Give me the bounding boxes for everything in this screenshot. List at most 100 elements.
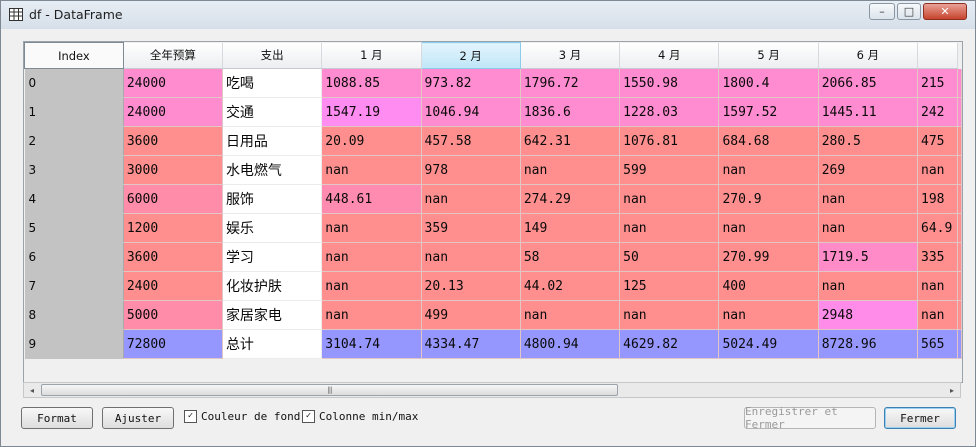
category-cell[interactable]: 服饰: [222, 184, 323, 214]
horizontal-scrollbar[interactable]: ◂ ||| ▸: [23, 382, 961, 398]
value-cell[interactable]: 1445.11: [818, 97, 919, 127]
value-cell[interactable]: 1719.5: [818, 242, 919, 272]
row-index-cell[interactable]: 1: [24, 97, 124, 127]
couleur-de-fond-checkbox[interactable]: ✓ Couleur de fond: [184, 410, 300, 423]
value-cell[interactable]: nan: [917, 155, 958, 185]
value-cell[interactable]: nan: [619, 213, 720, 243]
value-cell[interactable]: 24000: [123, 68, 223, 98]
value-cell[interactable]: 242: [917, 97, 958, 127]
value-cell[interactable]: 335: [917, 242, 958, 272]
value-cell[interactable]: nan: [718, 213, 819, 243]
value-cell[interactable]: 269: [818, 155, 919, 185]
value-cell[interactable]: 125: [619, 271, 720, 301]
row-index-cell[interactable]: 3: [24, 155, 124, 185]
value-cell[interactable]: nan: [321, 213, 422, 243]
value-cell[interactable]: nan: [421, 184, 521, 214]
value-cell[interactable]: 64.9: [917, 213, 958, 243]
value-cell[interactable]: nan: [619, 184, 720, 214]
value-cell[interactable]: 565: [917, 329, 958, 359]
value-cell[interactable]: 2066.85: [818, 68, 919, 98]
value-cell[interactable]: 400: [718, 271, 819, 301]
value-cell[interactable]: 58: [520, 242, 621, 272]
column-header[interactable]: 3 月: [520, 42, 621, 69]
category-cell[interactable]: 吃喝: [222, 68, 323, 98]
row-index-cell[interactable]: 8: [24, 300, 124, 330]
value-cell[interactable]: 149: [520, 213, 621, 243]
scroll-left-arrow-icon[interactable]: ◂: [24, 383, 40, 397]
value-cell[interactable]: nan: [520, 155, 621, 185]
value-cell[interactable]: 198: [917, 184, 958, 214]
value-cell[interactable]: nan: [321, 271, 422, 301]
value-cell[interactable]: 4800.94: [520, 329, 621, 359]
row-index-cell[interactable]: 6: [24, 242, 124, 272]
value-cell[interactable]: 270.9: [718, 184, 819, 214]
colonne-min-max-checkbox[interactable]: ✓ Colonne min/max: [302, 410, 418, 423]
value-cell[interactable]: 457.58: [421, 126, 521, 156]
value-cell[interactable]: 280.5: [818, 126, 919, 156]
value-cell[interactable]: nan: [818, 213, 919, 243]
value-cell[interactable]: 978: [421, 155, 521, 185]
value-cell[interactable]: nan: [818, 271, 919, 301]
index-column-header[interactable]: Index: [24, 42, 124, 69]
dataframe-grid[interactable]: Index 全年预算 支出 1 月2 月3 月4 月5 月6 月 0 24000 吃喝 10…: [23, 41, 963, 383]
title-bar[interactable]: df - DataFrame – □ ✕: [1, 1, 975, 29]
value-cell[interactable]: 20.13: [421, 271, 521, 301]
value-cell[interactable]: 1200: [123, 213, 223, 243]
category-cell[interactable]: 化妆护肤: [222, 271, 323, 301]
value-cell[interactable]: 1800.4: [718, 68, 819, 98]
column-header[interactable]: 5 月: [718, 42, 819, 69]
enregistrer-et-fermer-button[interactable]: Enregistrer et Fermer: [744, 405, 876, 431]
value-cell[interactable]: 72800: [123, 329, 223, 359]
value-cell[interactable]: 359: [421, 213, 521, 243]
category-cell[interactable]: 娱乐: [222, 213, 323, 243]
checkbox-check-icon[interactable]: ✓: [302, 410, 315, 423]
value-cell[interactable]: 3600: [123, 126, 223, 156]
category-cell[interactable]: 日用品: [222, 126, 323, 156]
value-cell[interactable]: 20.09: [321, 126, 422, 156]
value-cell[interactable]: nan: [321, 155, 422, 185]
value-cell[interactable]: nan: [421, 242, 521, 272]
value-cell[interactable]: 3104.74: [321, 329, 422, 359]
value-cell[interactable]: nan: [321, 242, 422, 272]
value-cell[interactable]: 3600: [123, 242, 223, 272]
value-cell[interactable]: 448.61: [321, 184, 422, 214]
value-cell[interactable]: 4334.47: [421, 329, 521, 359]
value-cell[interactable]: 1088.85: [321, 68, 422, 98]
row-index-cell[interactable]: 7: [24, 271, 124, 301]
column-header[interactable]: 6 月: [818, 42, 919, 69]
value-cell[interactable]: nan: [619, 300, 720, 330]
value-cell[interactable]: 5000: [123, 300, 223, 330]
value-cell[interactable]: 50: [619, 242, 720, 272]
value-cell[interactable]: 215: [917, 68, 958, 98]
close-button[interactable]: ✕: [923, 3, 967, 20]
column-header[interactable]: 支出: [222, 42, 323, 69]
value-cell[interactable]: 973.82: [421, 68, 521, 98]
fermer-button[interactable]: Fermer: [884, 407, 956, 429]
value-cell[interactable]: 1550.98: [619, 68, 720, 98]
ajuster-button[interactable]: Ajuster: [102, 407, 174, 429]
column-header[interactable]: 2 月: [420, 42, 521, 69]
value-cell[interactable]: 475: [917, 126, 958, 156]
value-cell[interactable]: 2400: [123, 271, 223, 301]
scroll-right-arrow-icon[interactable]: ▸: [944, 383, 960, 397]
value-cell[interactable]: 8728.96: [818, 329, 919, 359]
row-index-cell[interactable]: 2: [24, 126, 124, 156]
value-cell[interactable]: 684.68: [718, 126, 819, 156]
checkbox-check-icon[interactable]: ✓: [184, 410, 197, 423]
value-cell[interactable]: 1547.19: [321, 97, 422, 127]
value-cell[interactable]: 642.31: [520, 126, 621, 156]
value-cell[interactable]: 499: [421, 300, 521, 330]
value-cell[interactable]: 24000: [123, 97, 223, 127]
column-header[interactable]: 全年预算: [123, 42, 223, 69]
value-cell[interactable]: nan: [718, 155, 819, 185]
value-cell[interactable]: nan: [917, 300, 958, 330]
value-cell[interactable]: 1046.94: [421, 97, 521, 127]
maximize-button[interactable]: □: [897, 3, 921, 20]
value-cell[interactable]: 44.02: [520, 271, 621, 301]
row-index-cell[interactable]: 4: [24, 184, 124, 214]
column-header[interactable]: [917, 42, 958, 69]
value-cell[interactable]: nan: [718, 300, 819, 330]
row-index-cell[interactable]: 5: [24, 213, 124, 243]
value-cell[interactable]: 2948: [818, 300, 919, 330]
row-index-cell[interactable]: 0: [24, 68, 124, 98]
